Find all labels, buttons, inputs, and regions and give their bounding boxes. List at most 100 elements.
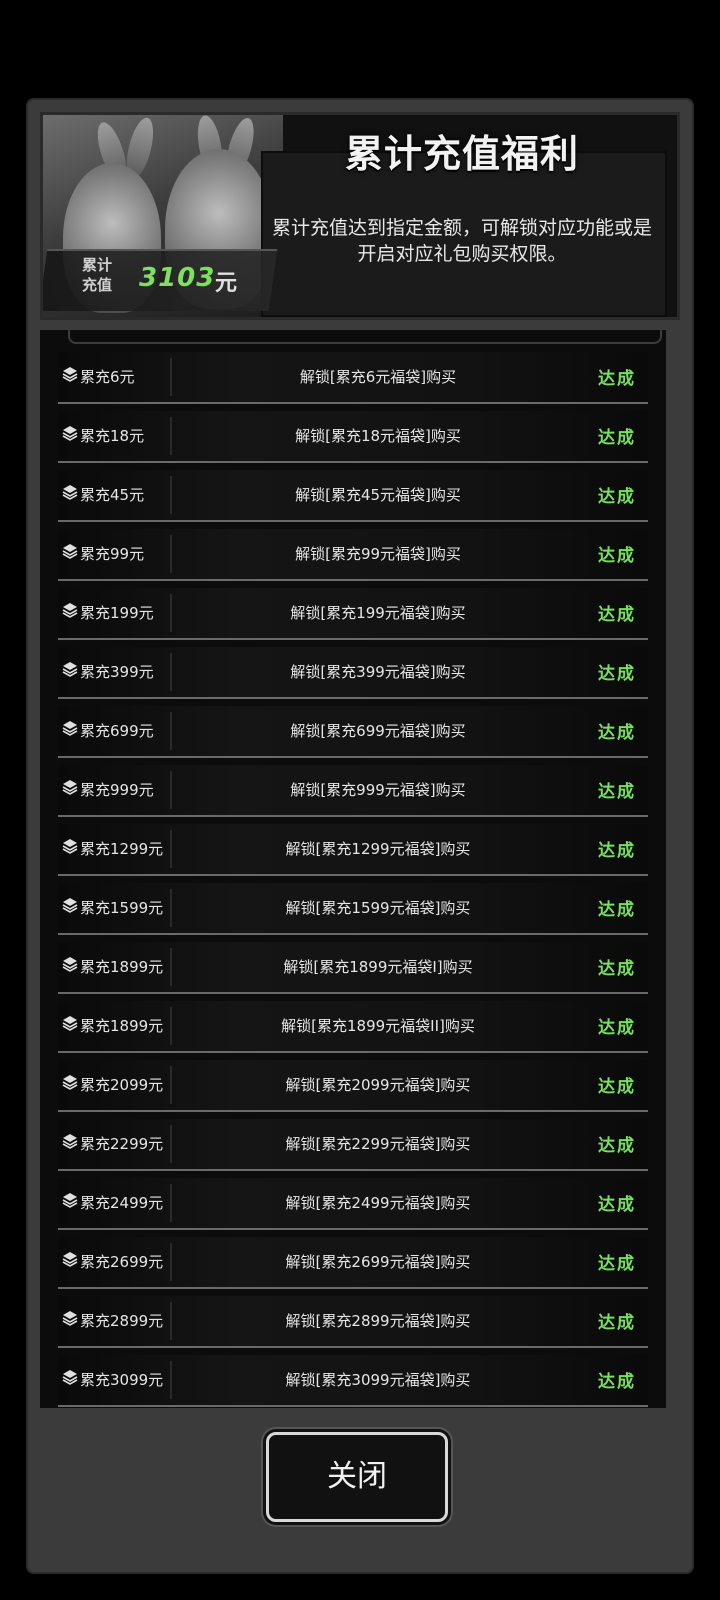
reward-row: 累充1599元 解锁[累充1599元福袋]购买 达成: [58, 883, 648, 935]
row-divider: [170, 948, 172, 986]
row-status-achieved: 达成: [598, 723, 636, 743]
row-description: 解锁[累充45元福袋]购买: [295, 486, 461, 504]
row-status-achieved: 达成: [598, 1077, 636, 1097]
row-divider: [170, 1066, 172, 1104]
reward-row: 累充18元 解锁[累充18元福袋]购买 达成: [58, 411, 648, 463]
reward-row: 累充3099元 解锁[累充3099元福袋]购买 达成: [58, 1355, 648, 1407]
reward-row: 累充2899元 解锁[累充2899元福袋]购买 达成: [58, 1296, 648, 1348]
row-status-achieved: 达成: [598, 1018, 636, 1038]
row-description: 解锁[累充2899元福袋]购买: [285, 1312, 471, 1330]
row-amount: 累充45元: [80, 486, 145, 504]
page-title: 累计充值福利: [344, 132, 579, 176]
total-caption-line1: 累计: [81, 256, 112, 274]
row-status-achieved: 达成: [598, 1372, 636, 1392]
row-description: 解锁[累充699元福袋]购买: [290, 722, 466, 740]
row-divider: [170, 1007, 172, 1045]
recharge-reward-dialog: 累计充值福利 累计充值达到指定金额，可解锁对应功能或是开启对应礼包购买权限。 累…: [26, 98, 694, 1574]
row-amount: 累充399元: [80, 663, 154, 681]
row-description: 解锁[累充2499元福袋]购买: [285, 1194, 471, 1212]
row-description: 解锁[累充2099元福袋]购买: [285, 1076, 471, 1094]
row-status-achieved: 达成: [598, 428, 636, 448]
total-recharge-caption: 累计 充值: [67, 255, 127, 295]
row-amount: 累充3099元: [80, 1371, 164, 1389]
reward-row: 累充399元 解锁[累充399元福袋]购买 达成: [58, 647, 648, 699]
reward-row: 累充2099元 解锁[累充2099元福袋]购买 达成: [58, 1060, 648, 1112]
layers-icon: [62, 1015, 78, 1031]
row-divider: [170, 417, 172, 455]
layers-icon: [62, 838, 78, 854]
row-description: 解锁[累充2299元福袋]购买: [285, 1135, 471, 1153]
total-recharge-unit: 元: [215, 271, 238, 296]
row-status-achieved: 达成: [598, 664, 636, 684]
layers-icon: [62, 1310, 78, 1326]
row-amount: 累充199元: [80, 604, 154, 622]
row-description: 解锁[累充199元福袋]购买: [290, 604, 466, 622]
row-status-achieved: 达成: [598, 487, 636, 507]
row-description: 解锁[累充1599元福袋]购买: [285, 899, 471, 917]
layers-icon: [62, 1251, 78, 1267]
row-status-achieved: 达成: [598, 1136, 636, 1156]
close-button[interactable]: 关闭: [266, 1432, 448, 1522]
layers-icon: [62, 602, 78, 618]
row-status-achieved: 达成: [598, 605, 636, 625]
row-description: 解锁[累充1299元福袋]购买: [285, 840, 471, 858]
layers-icon: [62, 425, 78, 441]
total-caption-line2: 充值: [81, 276, 112, 294]
layers-icon: [62, 543, 78, 559]
row-divider: [170, 653, 172, 691]
row-amount: 累充1899元: [80, 958, 164, 976]
reward-row: 累充2499元 解锁[累充2499元福袋]购买 达成: [58, 1178, 648, 1230]
reward-row: 累充2699元 解锁[累充2699元福袋]购买 达成: [58, 1237, 648, 1289]
row-status-achieved: 达成: [598, 546, 636, 566]
row-divider: [170, 771, 172, 809]
row-divider: [170, 1361, 172, 1399]
row-divider: [170, 1243, 172, 1281]
reward-row: 累充999元 解锁[累充999元福袋]购买 达成: [58, 765, 648, 817]
row-description: 解锁[累充3099元福袋]购买: [285, 1371, 471, 1389]
row-divider: [170, 358, 172, 396]
list-frame-edge: [68, 330, 662, 344]
row-amount: 累充2699元: [80, 1253, 164, 1271]
layers-icon: [62, 1192, 78, 1208]
row-status-achieved: 达成: [598, 841, 636, 861]
row-divider: [170, 712, 172, 750]
row-amount: 累充1299元: [80, 840, 164, 858]
row-amount: 累充999元: [80, 781, 154, 799]
layers-icon: [62, 661, 78, 677]
row-divider: [170, 594, 172, 632]
row-divider: [170, 889, 172, 927]
row-amount: 累充699元: [80, 722, 154, 740]
row-amount: 累充1899元: [80, 1017, 164, 1035]
dialog-header: 累计充值福利 累计充值达到指定金额，可解锁对应功能或是开启对应礼包购买权限。 累…: [40, 112, 680, 320]
row-divider: [170, 1184, 172, 1222]
reward-row: 累充2299元 解锁[累充2299元福袋]购买 达成: [58, 1119, 648, 1171]
row-description: 解锁[累充1899元福袋II]购买: [281, 1017, 475, 1035]
reward-row: 累充1899元 解锁[累充1899元福袋I]购买 达成: [58, 942, 648, 994]
layers-icon: [62, 1369, 78, 1385]
row-description: 解锁[累充2699元福袋]购买: [285, 1253, 471, 1271]
layers-icon: [62, 484, 78, 500]
row-amount: 累充6元: [80, 368, 135, 386]
row-amount: 累充2499元: [80, 1194, 164, 1212]
total-recharge-value: 3103: [139, 263, 216, 293]
reward-list[interactable]: 累充6元 解锁[累充6元福袋]购买 达成 累充18元 解锁[累充18元福袋]购买 达成 累充…: [40, 330, 666, 1408]
row-description: 解锁[累充399元福袋]购买: [290, 663, 466, 681]
layers-icon: [62, 956, 78, 972]
row-amount: 累充2899元: [80, 1312, 164, 1330]
reward-row: 累充699元 解锁[累充699元福袋]购买 达成: [58, 706, 648, 758]
reward-row: 累充6元 解锁[累充6元福袋]购买 达成: [58, 352, 648, 404]
row-status-achieved: 达成: [598, 959, 636, 979]
description-text: 累计充值达到指定金额，可解锁对应功能或是开启对应礼包购买权限。: [271, 217, 652, 265]
row-amount: 累充2099元: [80, 1076, 164, 1094]
row-divider: [170, 1125, 172, 1163]
row-description: 解锁[累充1899元福袋I]购买: [283, 958, 473, 976]
row-divider: [170, 830, 172, 868]
row-amount: 累充2299元: [80, 1135, 164, 1153]
row-status-achieved: 达成: [598, 900, 636, 920]
row-amount: 累充18元: [80, 427, 145, 445]
reward-row: 累充199元 解锁[累充199元福袋]购买 达成: [58, 588, 648, 640]
reward-row: 累充1899元 解锁[累充1899元福袋II]购买 达成: [58, 1001, 648, 1053]
row-divider: [170, 476, 172, 514]
layers-icon: [62, 366, 78, 382]
row-divider: [170, 1302, 172, 1340]
